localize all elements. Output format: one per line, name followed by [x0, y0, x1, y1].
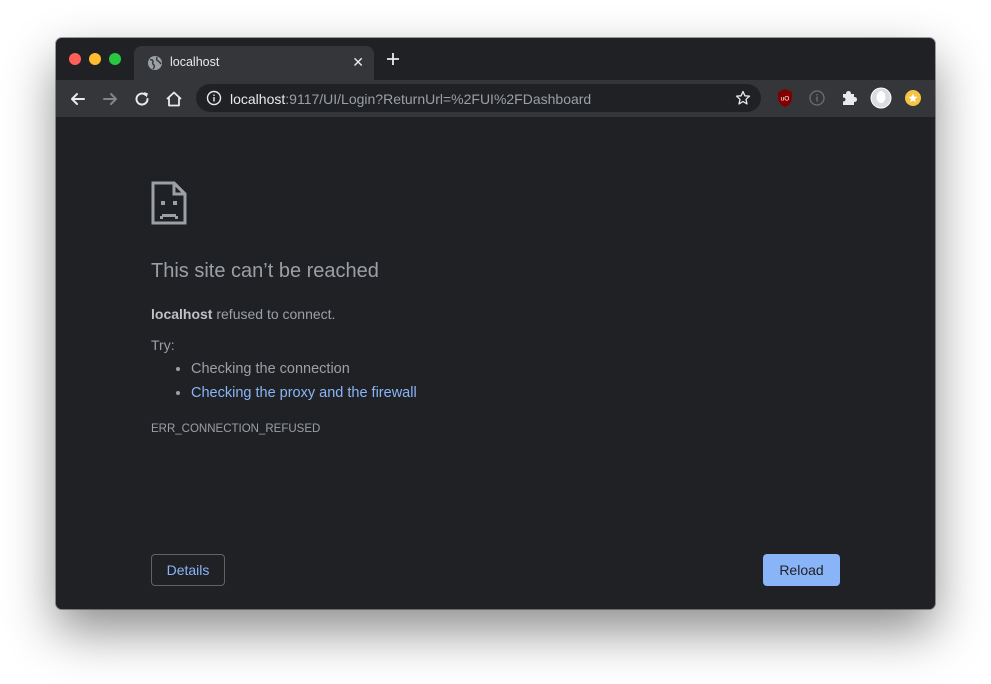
page-title: This site can’t be reached [151, 260, 379, 282]
sad-document-icon [151, 181, 187, 230]
arrow-right-icon[interactable] [100, 89, 120, 109]
close-tab-icon[interactable]: ✕ [352, 54, 364, 71]
error-host: localhost [151, 306, 213, 322]
star-icon[interactable] [735, 90, 751, 111]
svg-text:uO: uO [781, 96, 790, 103]
error-code: ERR_CONNECTION_REFUSED [151, 423, 321, 435]
zoom-window-button[interactable] [109, 53, 121, 65]
arrow-left-icon[interactable] [68, 89, 88, 109]
suggestion-list: Checking the connection Checking the pro… [151, 357, 417, 405]
tab-strip: localhost ✕ [56, 38, 935, 80]
url-path: :9117/UI/Login?ReturnUrl=%2FUI%2FDashboa… [285, 91, 592, 107]
address-bar[interactable]: localhost:9117/UI/Login?ReturnUrl=%2FUI%… [196, 84, 761, 112]
minimize-window-button[interactable] [89, 53, 101, 65]
error-page: This site can’t be reached localhost ref… [56, 117, 935, 609]
info-icon[interactable] [206, 90, 222, 111]
suggestion-proxy-item: Checking the proxy and the firewall [191, 381, 417, 405]
tab-title: localhost [170, 55, 220, 69]
error-description: localhost refused to connect. [151, 306, 335, 322]
browser-toolbar: localhost:9117/UI/Login?ReturnUrl=%2FUI%… [56, 80, 935, 117]
url-text: localhost:9117/UI/Login?ReturnUrl=%2FUI%… [230, 91, 591, 107]
browser-window: localhost ✕ localhost:9117/UI/Login?Retu… [56, 38, 935, 609]
reload-icon[interactable] [132, 89, 152, 109]
proxy-firewall-link[interactable]: Checking the proxy and the firewall [191, 385, 417, 401]
try-label: Try: [151, 337, 175, 353]
suggestion-connection: Checking the connection [191, 357, 417, 381]
extension-badge-icon[interactable] [904, 89, 922, 112]
reload-button[interactable]: Reload [763, 554, 840, 586]
url-host: localhost [230, 91, 286, 107]
details-button[interactable]: Details [151, 554, 225, 586]
error-message: refused to connect. [212, 306, 336, 322]
globe-icon [147, 55, 163, 76]
home-icon[interactable] [164, 89, 184, 109]
tab-localhost[interactable]: localhost ✕ [134, 46, 374, 80]
ublock-icon[interactable]: uO [776, 88, 794, 113]
puzzle-icon[interactable] [840, 89, 858, 112]
profile-avatar[interactable] [870, 87, 892, 114]
close-window-button[interactable] [69, 53, 81, 65]
disabled-info-icon[interactable] [808, 89, 826, 112]
plus-icon[interactable] [386, 52, 400, 71]
